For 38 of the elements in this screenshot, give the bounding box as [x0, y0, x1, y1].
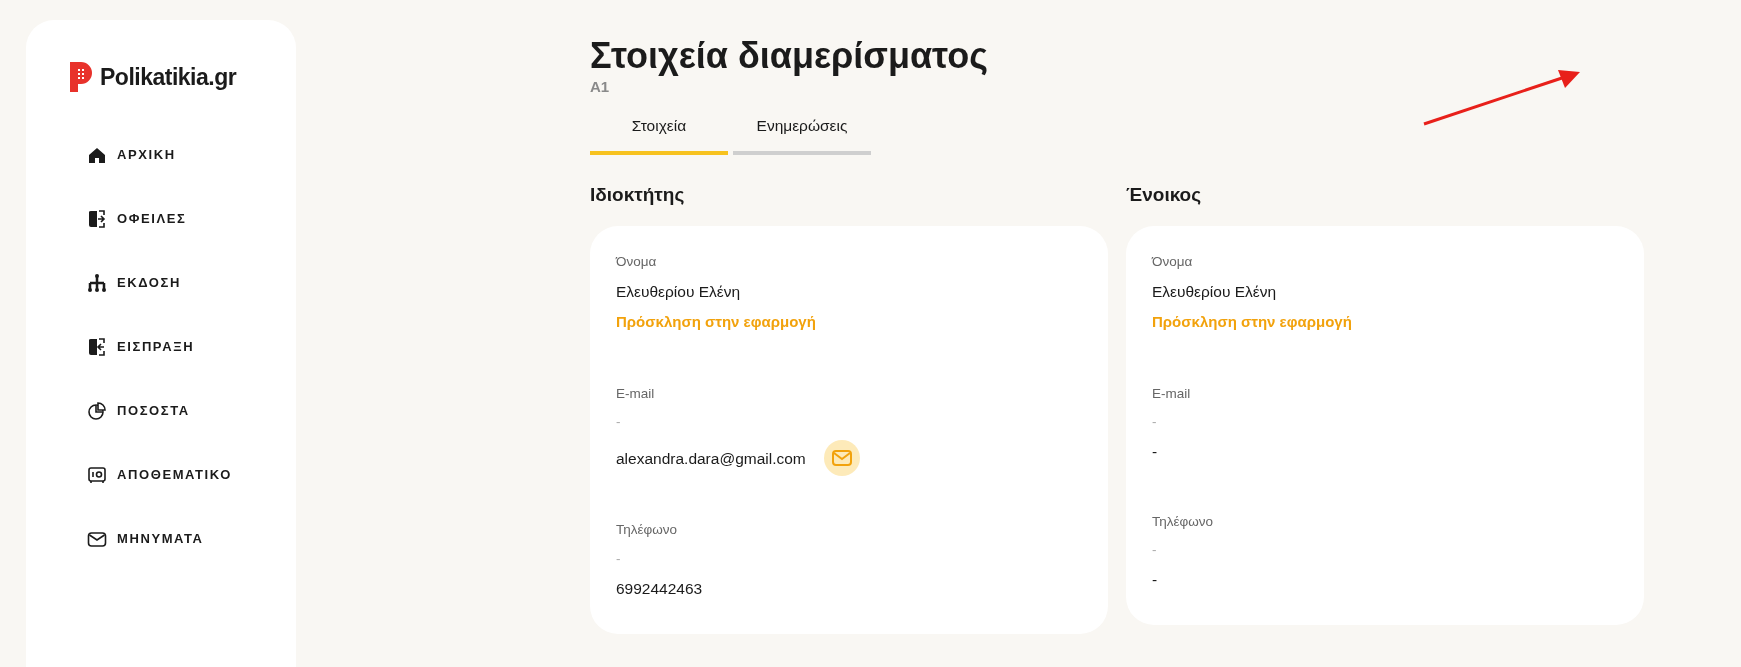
- send-email-button[interactable]: [823, 440, 860, 477]
- field-label: Όνομα: [1152, 252, 1194, 271]
- field-value: alexandra.dara@gmail.com: [616, 448, 806, 469]
- field-value: 6992442463: [616, 578, 704, 599]
- field-label: E-mail: [616, 384, 656, 403]
- section-heading: Ένοικος: [1126, 183, 1203, 208]
- field-hint: -: [1152, 540, 1158, 559]
- door-arrow-icon: [87, 208, 107, 229]
- tab[interactable]: Στοιχεία: [590, 106, 728, 156]
- field-label: Όνομα: [616, 252, 658, 271]
- hierarchy-icon: [87, 272, 107, 293]
- logo-text: Polikatikia.gr: [100, 63, 237, 92]
- mail-icon: [830, 448, 853, 469]
- nav-item[interactable]: ΕΚΔΟΣΗ: [87, 272, 296, 293]
- field-label: Τηλέφωνο: [616, 521, 679, 540]
- tab[interactable]: Ενημερώσεις: [733, 106, 871, 156]
- nav-item[interactable]: ΑΠΟΘΕΜΑΤΙΚΟ: [87, 464, 296, 485]
- section-heading: Ιδιοκτήτης: [590, 183, 686, 208]
- nav-item[interactable]: ΑΡΧΙΚΗ: [87, 144, 296, 165]
- field-hint: -: [616, 549, 622, 568]
- safe-icon: [87, 464, 107, 485]
- field-value: -: [1152, 442, 1158, 463]
- field-hint: -: [1152, 413, 1158, 432]
- pie-chart-icon: [87, 400, 107, 421]
- field-label: E-mail: [1152, 384, 1192, 403]
- apartment-code: A1: [590, 76, 611, 97]
- nav-item[interactable]: ΜΗΝΥΜΑΤΑ: [87, 528, 296, 549]
- field-value: -: [1152, 570, 1159, 591]
- field-label: Τηλέφωνο: [1152, 512, 1215, 531]
- nav-item[interactable]: ΟΦΕΙΛΕΣ: [87, 208, 296, 229]
- nav-item[interactable]: ΕΙΣΠΡΑΞΗ: [87, 336, 296, 357]
- page-title: Στοιχεία διαμερίσματος: [590, 36, 989, 76]
- field-value: Ελευθερίου Ελένη: [1152, 282, 1278, 303]
- field-hint: -: [616, 413, 622, 432]
- door-arrow-icon: [87, 336, 107, 357]
- nav-item[interactable]: ΠΟΣΟΣΤΑ: [87, 400, 296, 421]
- field-value: Ελευθερίου Ελένη: [616, 282, 742, 303]
- logo-icon: [70, 62, 92, 93]
